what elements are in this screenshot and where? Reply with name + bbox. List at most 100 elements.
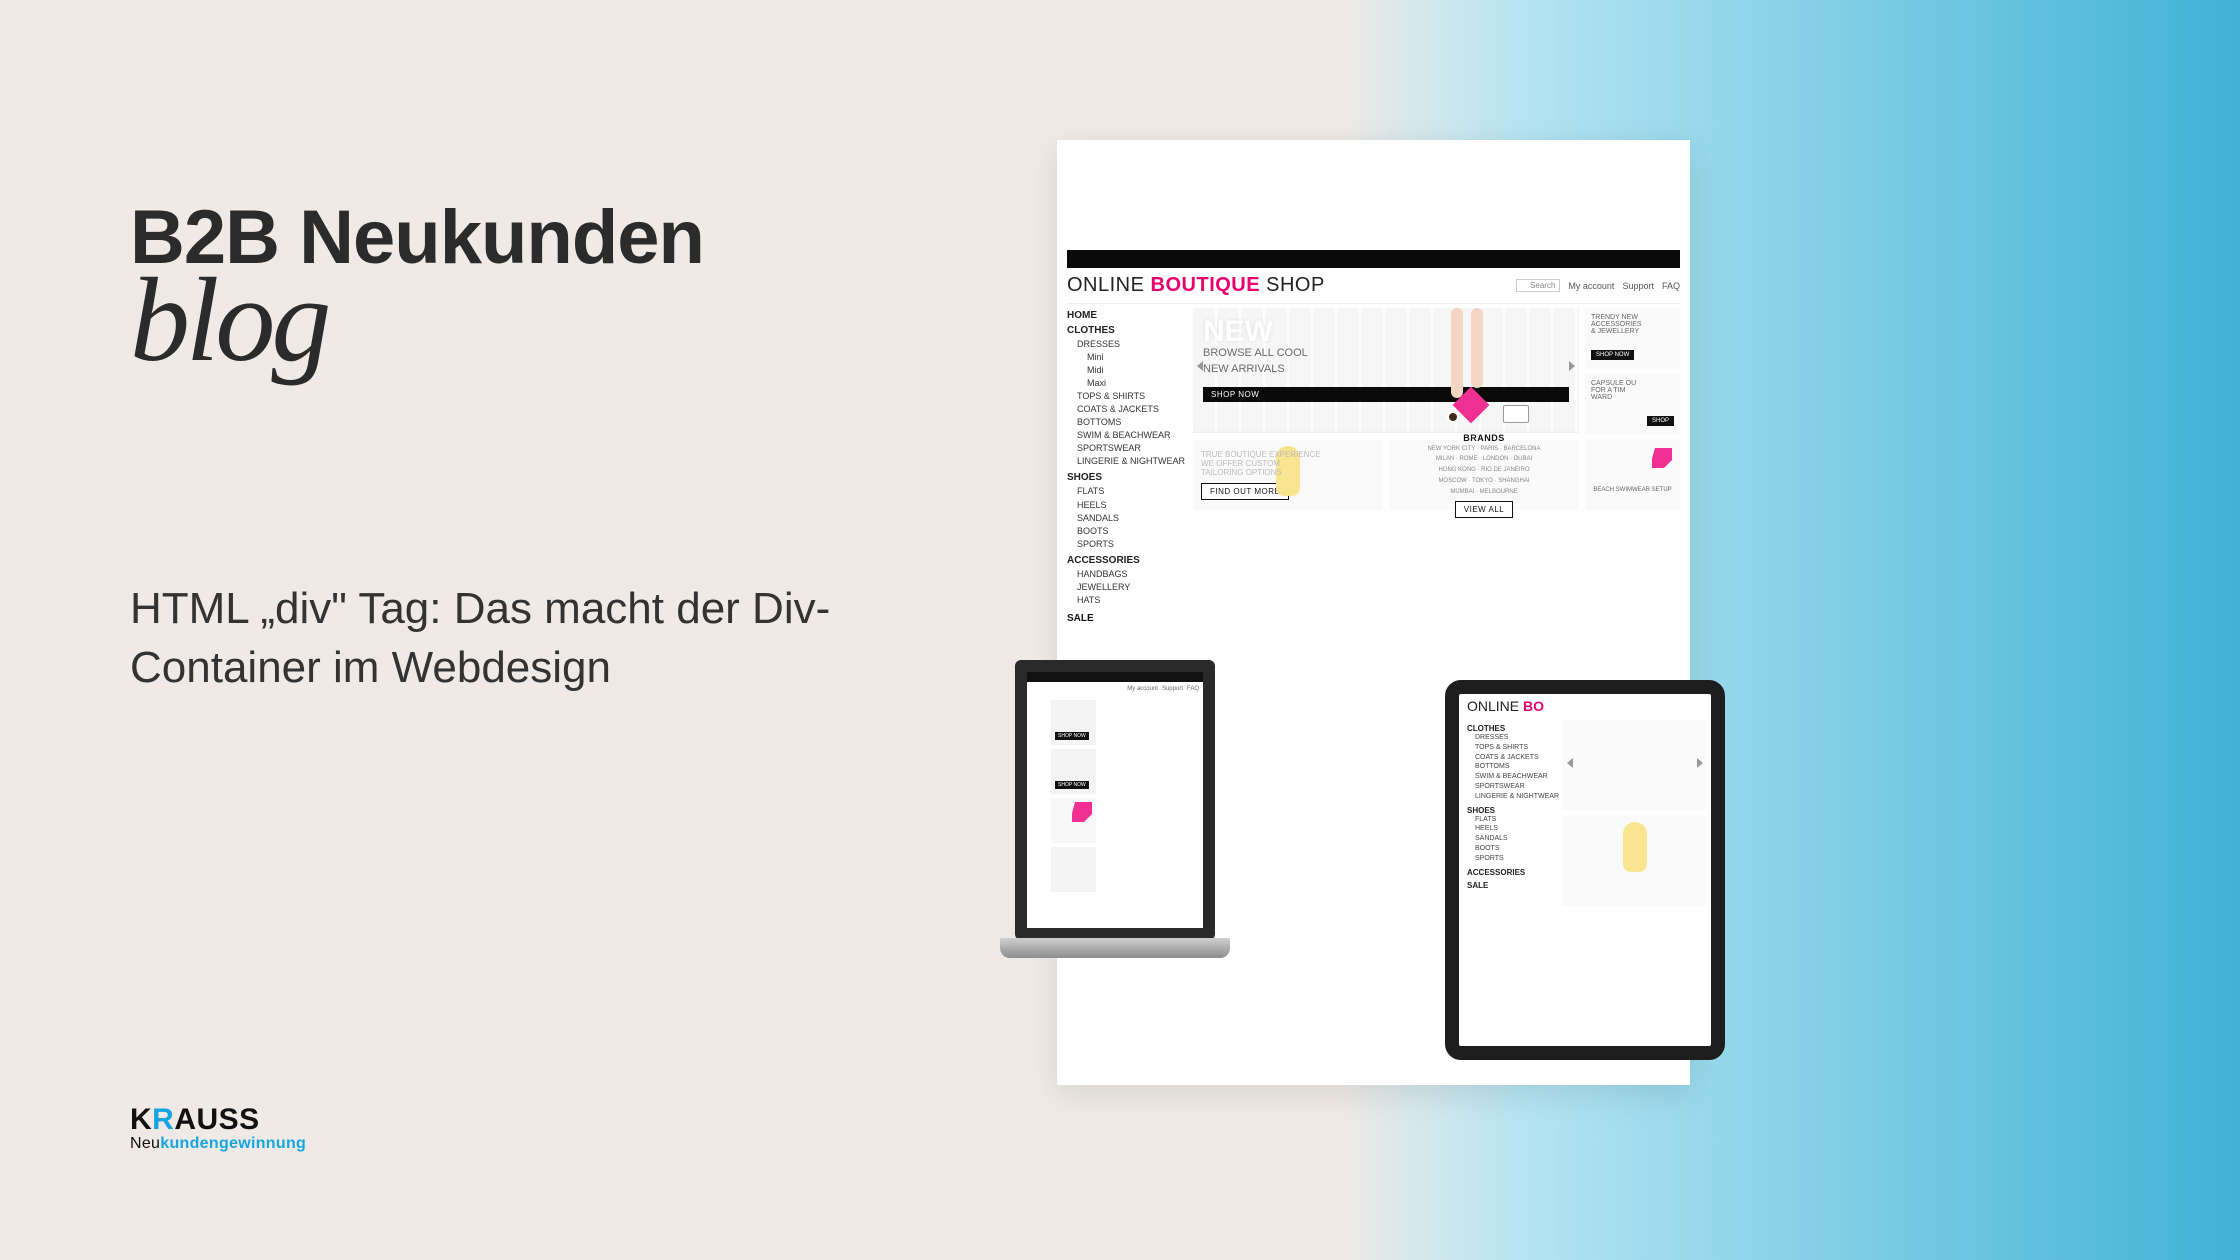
nav-item[interactable]: SPORTSWEAR xyxy=(1077,442,1187,455)
laptop-thumb[interactable]: SHOP NOW xyxy=(1051,749,1096,794)
brand-mid: BOUTIQUE xyxy=(1151,274,1261,296)
swimsuit-icon xyxy=(1652,448,1672,468)
logo-text-r: R xyxy=(152,1103,174,1136)
carousel-next-icon[interactable] xyxy=(1697,758,1703,768)
tablet-panel[interactable] xyxy=(1563,816,1707,906)
search-input[interactable]: Search xyxy=(1516,279,1560,292)
view-all-button[interactable]: VIEW ALL xyxy=(1455,501,1513,518)
nav-item[interactable]: Maxi xyxy=(1087,377,1187,390)
tablet-brand-pre: ONLINE xyxy=(1467,698,1523,714)
brand-pre: ONLINE xyxy=(1067,274,1151,296)
tablet-nav-item[interactable]: LINGERIE & NIGHTWEAR xyxy=(1475,792,1559,802)
brands-tile[interactable]: BRANDS NEW YORK CITY · PARIS · BARCELONA… xyxy=(1389,440,1579,510)
carousel-prev-icon[interactable] xyxy=(1567,758,1573,768)
left-column: B2B Neukunden blog HTML „div" Tag: Das m… xyxy=(130,200,930,698)
nav-item[interactable]: FLATS xyxy=(1077,485,1187,498)
laptop-cta[interactable]: SHOP NOW xyxy=(1055,732,1089,740)
nav-item[interactable]: COATS & JACKETS xyxy=(1077,403,1187,416)
nav-cat-accessories[interactable]: ACCESSORIES xyxy=(1067,555,1187,566)
laptop-thumb[interactable] xyxy=(1051,798,1096,843)
nav-item[interactable]: TOPS & SHIRTS xyxy=(1077,390,1187,403)
laptop-link-faq[interactable]: FAQ xyxy=(1187,686,1199,692)
tablet-nav-sale[interactable]: SALE xyxy=(1467,881,1559,890)
nav-item[interactable]: JEWELLERY xyxy=(1077,581,1187,594)
tablet-nav-accessories[interactable]: ACCESSORIES xyxy=(1467,868,1559,877)
sidebar-nav: HOME CLOTHES DRESSES Mini Midi Maxi TOPS… xyxy=(1067,308,1187,624)
laptop-thumb[interactable]: SHOP NOW xyxy=(1051,700,1096,745)
brands-r5: MUMBAI · MELBOURNE xyxy=(1450,489,1517,497)
laptop-thumb[interactable] xyxy=(1051,847,1096,892)
tablet-nav-item[interactable]: SWIM & BEACHWEAR xyxy=(1475,772,1559,782)
tablet-nav-shoes[interactable]: SHOES xyxy=(1467,806,1559,815)
capsule-card[interactable]: CAPSULE OU FOR A TIM WARD SHOP xyxy=(1585,374,1680,434)
trendy-card[interactable]: TRENDY NEW ACCESSORIES & JEWELLERY SHOP … xyxy=(1585,308,1680,368)
swimsuit-icon xyxy=(1072,802,1092,822)
boutique-tile[interactable]: TRUE BOUTIQUE EXPERIENCE WE OFFER CUSTOM… xyxy=(1193,440,1383,510)
tablet-nav-item[interactable]: HEELS xyxy=(1475,824,1559,834)
brand-post: SHOP xyxy=(1260,274,1325,296)
nav-item[interactable]: Mini xyxy=(1087,351,1187,364)
tablet-icon xyxy=(1503,405,1529,423)
tablet-nav-item[interactable]: DRESSES xyxy=(1475,733,1559,743)
laptop-mockup: My account Support FAQ SHOP NOW SHOP NOW xyxy=(1000,660,1230,1070)
btq-l3: TAILORING OPTIONS xyxy=(1201,468,1282,477)
tablet-nav-item[interactable]: FLATS xyxy=(1475,815,1559,825)
trendy-l1: TRENDY NEW xyxy=(1591,314,1674,321)
monitor-bezel-top xyxy=(1067,250,1680,268)
brands-hd: BRANDS xyxy=(1463,433,1505,443)
laptop-link-account[interactable]: My account xyxy=(1127,686,1158,692)
capsule-shop-button[interactable]: SHOP xyxy=(1647,416,1674,426)
nav-item[interactable]: LINGERIE & NIGHTWEAR xyxy=(1077,455,1187,468)
nav-item[interactable]: BOOTS xyxy=(1077,525,1187,538)
nav-home[interactable]: HOME xyxy=(1067,310,1187,321)
carousel-next-icon[interactable] xyxy=(1569,361,1575,371)
nav-item[interactable]: SWIM & BEACHWEAR xyxy=(1077,429,1187,442)
tablet-nav-item[interactable]: SPORTSWEAR xyxy=(1475,782,1559,792)
nav-item[interactable]: HATS xyxy=(1077,594,1187,607)
nav-item[interactable]: SPORTS xyxy=(1077,538,1187,551)
tablet-nav-item[interactable]: SANDALS xyxy=(1475,834,1559,844)
nav-item[interactable]: HEELS xyxy=(1077,499,1187,512)
nav-item[interactable]: Midi xyxy=(1087,364,1187,377)
laptop-cta[interactable]: SHOP NOW xyxy=(1055,781,1089,789)
nav-cat-shoes[interactable]: SHOES xyxy=(1067,472,1187,483)
tablet-nav: CLOTHES DRESSES TOPS & SHIRTS COATS & JA… xyxy=(1459,716,1559,910)
logo-text-pre: K xyxy=(130,1103,152,1136)
tablet-panel[interactable] xyxy=(1563,720,1707,810)
tablet-nav-item[interactable]: BOTTOMS xyxy=(1475,762,1559,772)
nav-item[interactable]: HANDBAGS xyxy=(1077,568,1187,581)
hero-banner[interactable]: NEW BROWSE ALL COOL NEW ARRIVALS SHOP NO… xyxy=(1193,308,1579,433)
tablet-nav-item[interactable]: BOOTS xyxy=(1475,844,1559,854)
brands-r1: NEW YORK CITY · PARIS · BARCELONA xyxy=(1427,446,1540,454)
trendy-shop-button[interactable]: SHOP NOW xyxy=(1591,350,1634,360)
link-my-account[interactable]: My account xyxy=(1568,281,1614,291)
tablet-brand: ONLINE BO xyxy=(1459,694,1711,716)
tablet-nav-item[interactable]: COATS & JACKETS xyxy=(1475,753,1559,763)
tablet-nav-clothes[interactable]: CLOTHES xyxy=(1467,724,1559,733)
link-faq[interactable]: FAQ xyxy=(1662,281,1680,291)
beach-l1: BEACH SWIMWEAR SETUP xyxy=(1593,487,1671,493)
brands-r4: MOSCOW · TOKYO · SHANGHAI xyxy=(1438,478,1529,486)
tablet-nav-item[interactable]: TOPS & SHIRTS xyxy=(1475,743,1559,753)
krauss-logo: KRAUSS Neukundengewinnung xyxy=(130,1103,306,1153)
nav-item[interactable]: SANDALS xyxy=(1077,512,1187,525)
logo-subtitle: Neukundengewinnung xyxy=(130,1135,306,1153)
utility-nav: Search My account Support FAQ xyxy=(1516,279,1680,292)
nav-item[interactable]: DRESSES xyxy=(1077,338,1187,351)
content-grid: NEW BROWSE ALL COOL NEW ARRIVALS SHOP NO… xyxy=(1193,308,1680,624)
tablet-brand-mid: BO xyxy=(1523,698,1544,714)
coffee-icon xyxy=(1447,411,1459,423)
capsule-l3: WARD xyxy=(1591,394,1674,401)
hero-sub2: NEW ARRIVALS xyxy=(1203,363,1569,377)
beach-tile[interactable]: BEACH SWIMWEAR SETUP xyxy=(1585,440,1680,510)
link-support[interactable]: Support xyxy=(1622,281,1654,291)
nav-cat-clothes[interactable]: CLOTHES xyxy=(1067,325,1187,336)
carousel-prev-icon[interactable] xyxy=(1197,361,1203,371)
logo-sub-pre: Neu xyxy=(130,1135,160,1152)
hero-headline: NEW xyxy=(1203,318,1569,345)
hero-shop-now-button[interactable]: SHOP NOW xyxy=(1203,387,1569,402)
nav-item[interactable]: BOTTOMS xyxy=(1077,416,1187,429)
laptop-link-support[interactable]: Support xyxy=(1162,686,1183,692)
nav-sale[interactable]: SALE xyxy=(1067,613,1187,624)
tablet-nav-item[interactable]: SPORTS xyxy=(1475,854,1559,864)
